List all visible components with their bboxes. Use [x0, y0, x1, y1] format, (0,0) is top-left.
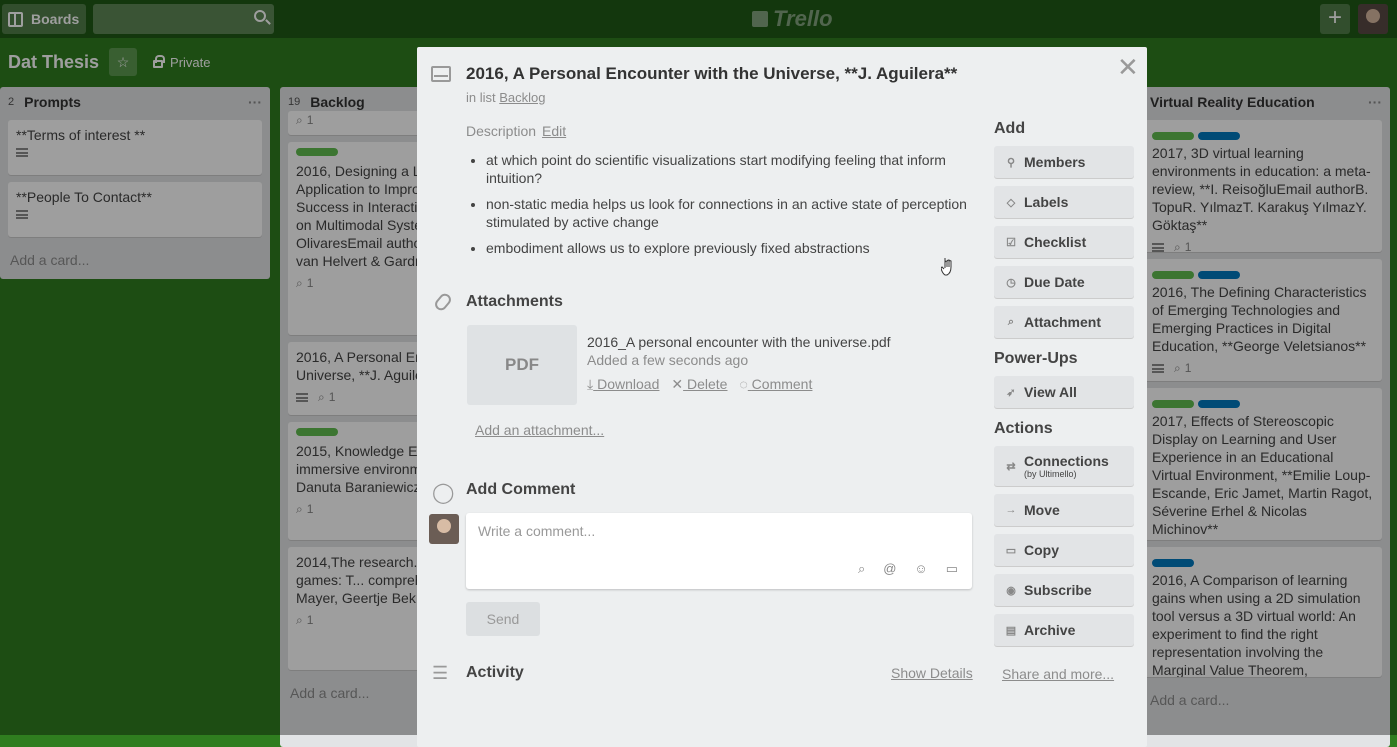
download-icon: ⤓ [587, 376, 594, 392]
copy-button[interactable]: ▭ Copy [994, 534, 1134, 566]
description-heading: Description Edit [466, 123, 974, 139]
comment-label: Comment [751, 376, 813, 392]
labels-button[interactable]: ◇ Labels [994, 186, 1134, 218]
button-label: Members [1024, 154, 1086, 170]
due-date-button[interactable]: ◷ Due Date [994, 266, 1134, 298]
description-item: non-static media helps us look for conne… [486, 195, 974, 231]
actions-heading: Actions [994, 420, 1053, 437]
in-list-text: in list Backlog [466, 90, 546, 105]
button-label: View All [1024, 384, 1077, 400]
button-label: Subscribe [1024, 582, 1092, 598]
description-item: embodiment allows us to explore previous… [486, 239, 974, 257]
attachment-added-time: Added a few seconds ago [587, 352, 749, 368]
button-label: Labels [1024, 194, 1069, 210]
list-link[interactable]: Backlog [499, 90, 545, 105]
edit-description-link[interactable]: Edit [542, 123, 566, 139]
checklist-button[interactable]: ☑ Checklist [994, 226, 1134, 258]
download-label: Download [597, 376, 660, 392]
button-label: Move [1024, 502, 1060, 518]
copy-icon: ▭ [1005, 544, 1017, 557]
connections-text: Connections (by Ultimello) [1024, 453, 1109, 479]
eye-icon: ◉ [1006, 584, 1016, 597]
card-link-icon[interactable]: ▭ [946, 561, 958, 577]
button-label: Copy [1024, 542, 1059, 558]
delete-label: Delete [686, 376, 728, 392]
add-attachment-link[interactable]: Add an attachment... [475, 422, 604, 438]
comment-icon: ◌ [739, 376, 748, 392]
description-section: Description Edit at which point do scient… [466, 123, 974, 265]
button-label: Attachment [1024, 314, 1102, 330]
card-icon [431, 66, 451, 82]
add-comment-heading: Add Comment [466, 481, 576, 498]
clock-icon: ◷ [1006, 276, 1016, 289]
attachment-thumbnail[interactable]: PDF [467, 325, 577, 405]
arrows-icon: ⇄ [1006, 460, 1016, 473]
rocket-icon: ➶ [1006, 386, 1016, 399]
archive-button[interactable]: ▤ Archive [994, 614, 1134, 646]
subscribe-button[interactable]: ◉ Subscribe [994, 574, 1134, 606]
attachment-name: 2016_A personal encounter with the unive… [587, 334, 891, 350]
attachment-button[interactable]: ⌕ Attachment [994, 306, 1134, 338]
download-link[interactable]: ⤓ Download [587, 376, 659, 393]
card-detail-title[interactable]: 2016, A Personal Encounter with the Univ… [466, 64, 1066, 84]
mention-icon[interactable]: @ [883, 561, 896, 577]
activity-heading: Activity [466, 664, 524, 681]
paperclip-icon: ⌕ [1007, 315, 1015, 328]
view-all-button[interactable]: ➶ View All [994, 376, 1134, 408]
members-button[interactable]: ⚲ Members [994, 146, 1134, 178]
send-button[interactable]: Send [466, 602, 540, 636]
delete-icon: ✕ [671, 376, 684, 392]
activity-icon: ☰ [432, 663, 449, 683]
move-button[interactable]: → Move [994, 494, 1134, 526]
description-label: Description [466, 123, 537, 139]
close-icon[interactable]: ✕ [1117, 54, 1139, 80]
description-item: at which point do scientific visualizati… [486, 151, 974, 187]
avatar [429, 514, 459, 544]
speech-bubble-icon: ◯ [432, 482, 455, 504]
archive-icon: ▤ [1005, 624, 1017, 637]
add-heading: Add [994, 120, 1026, 137]
paperclip-icon [432, 291, 454, 313]
connections-note: (by Ultimello) [1024, 469, 1077, 479]
delete-link[interactable]: ✕ Delete [671, 376, 727, 393]
comment-toolbar: ⌕ @ ☺ ▭ [858, 561, 958, 577]
checklist-icon: ☑ [1006, 236, 1016, 249]
comment-link[interactable]: ◌ Comment [739, 376, 812, 393]
button-label: Checklist [1024, 234, 1087, 250]
attach-icon[interactable]: ⌕ [858, 561, 865, 577]
connections-button[interactable]: ⇄ Connections (by Ultimello) [994, 446, 1134, 486]
in-list-prefix: in list [466, 90, 496, 105]
comment-placeholder: Write a comment... [478, 523, 596, 539]
attachments-heading: Attachments [466, 293, 563, 310]
person-icon: ⚲ [1006, 156, 1016, 169]
arrow-right-icon: → [1005, 504, 1017, 516]
description-list: at which point do scientific visualizati… [466, 151, 974, 257]
emoji-icon[interactable]: ☺ [914, 561, 927, 577]
hand-cursor-icon [941, 258, 952, 276]
button-label: Connections [1024, 453, 1109, 469]
button-label: Due Date [1024, 274, 1085, 290]
card-detail-dialog: ✕ 2016, A Personal Encounter with the Un… [417, 47, 1147, 747]
button-label: Archive [1024, 622, 1076, 638]
tag-icon: ◇ [1006, 196, 1016, 209]
attachment-actions: ⤓ Download ✕ Delete ◌ Comment [587, 376, 812, 393]
power-ups-heading: Power-Ups [994, 350, 1078, 367]
comment-input[interactable]: Write a comment... ⌕ @ ☺ ▭ [466, 513, 972, 589]
card-sidebar: Add ⚲ Members ◇ Labels ☑ Checklist ◷ Due Dat… [994, 117, 1134, 682]
share-and-more-link[interactable]: Share and more... [1002, 666, 1134, 682]
show-details-link[interactable]: Show Details [891, 665, 973, 681]
